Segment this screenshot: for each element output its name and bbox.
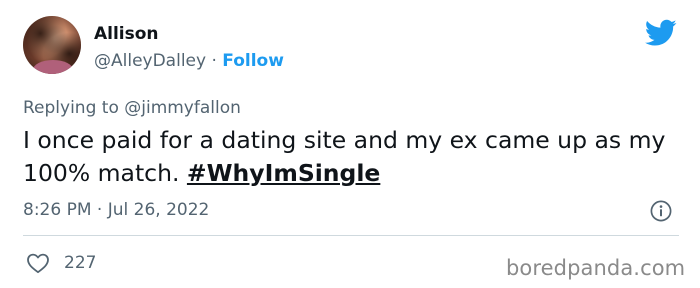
tweet-body: I once paid for a dating site and my ex … bbox=[23, 124, 683, 190]
tweet-timestamp[interactable]: 8:26 PM · Jul 26, 2022 bbox=[23, 199, 209, 221]
handle-separator: · bbox=[211, 51, 217, 71]
divider bbox=[23, 235, 679, 236]
avatar[interactable] bbox=[23, 16, 81, 74]
watermark: boredpanda.com bbox=[506, 256, 686, 280]
twitter-bird-icon[interactable] bbox=[645, 19, 677, 47]
like-action[interactable]: 227 bbox=[26, 251, 96, 275]
user-handle[interactable]: @AlleyDalley bbox=[94, 51, 206, 71]
follow-button[interactable]: Follow bbox=[222, 51, 284, 71]
like-count: 227 bbox=[64, 253, 97, 273]
heart-icon[interactable] bbox=[26, 252, 50, 274]
replying-to[interactable]: Replying to @jimmyfallon bbox=[23, 97, 241, 119]
tweet-card: Allison @AlleyDalley · Follow Replying t… bbox=[0, 0, 700, 288]
hashtag-link[interactable]: #WhyImSingle bbox=[187, 159, 380, 187]
handle-row: @AlleyDalley · Follow bbox=[94, 50, 284, 72]
display-name[interactable]: Allison bbox=[94, 23, 159, 45]
avatar-clothing bbox=[33, 60, 73, 74]
info-icon[interactable] bbox=[650, 200, 672, 222]
